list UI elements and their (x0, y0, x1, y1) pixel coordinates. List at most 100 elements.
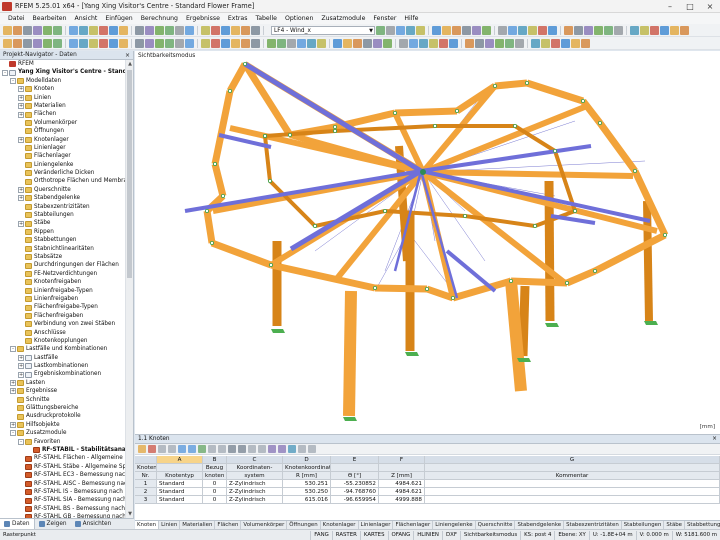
collapse-icon[interactable]: - (2, 69, 8, 76)
toolbar-tool-icon[interactable] (135, 38, 144, 48)
tree-item[interactable]: + Ergebniskombinationen (0, 370, 126, 378)
toolbar-tool-icon[interactable] (307, 38, 316, 48)
node-marker[interactable] (462, 213, 467, 218)
table-tab[interactable]: Liniengelenke (433, 521, 476, 529)
toolbar-tool-icon[interactable] (155, 25, 164, 35)
table-tool-icon[interactable] (198, 445, 206, 453)
node-marker[interactable] (580, 99, 585, 104)
node-marker[interactable] (432, 124, 437, 129)
table-tool-icon[interactable] (308, 445, 316, 453)
toolbar-tool-icon[interactable] (343, 38, 352, 48)
toolbar-tool-icon[interactable] (43, 25, 52, 35)
perimeter-beam[interactable] (270, 261, 376, 292)
tree-item[interactable]: Stabteilungen (0, 211, 126, 219)
toolbar-tool-icon[interactable] (485, 38, 494, 48)
expand-icon[interactable]: + (18, 195, 24, 202)
toolbar-tool-icon[interactable] (581, 38, 590, 48)
tree-item[interactable]: Veränderliche Dicken (0, 169, 126, 177)
tree-item[interactable]: Linienfreigabe-Typen (0, 287, 126, 295)
node-marker[interactable] (205, 208, 210, 213)
toolbar-tool-icon[interactable] (297, 38, 306, 48)
tree-item[interactable]: Knotenfreigaben (0, 278, 126, 286)
toolbar-tool-icon[interactable] (439, 38, 448, 48)
toolbar-tool-icon[interactable] (251, 38, 260, 48)
node-marker[interactable] (572, 208, 577, 213)
collapse-icon[interactable]: - (10, 430, 16, 437)
toolbar-tool-icon[interactable] (574, 25, 583, 35)
table-cell[interactable] (425, 480, 720, 488)
node-marker[interactable] (267, 178, 272, 183)
expand-icon[interactable]: + (10, 388, 16, 395)
toolbar-tool-icon[interactable] (680, 25, 689, 35)
table-cell[interactable]: Standard (157, 488, 203, 496)
toolbar-tool-icon[interactable] (396, 25, 405, 35)
minimize-button[interactable]: – (660, 0, 680, 12)
toolbar-tool-icon[interactable] (99, 25, 108, 35)
perimeter-beam[interactable] (374, 284, 428, 293)
close-button[interactable]: × (700, 0, 720, 12)
table-cell[interactable]: 530.251 (283, 480, 331, 488)
perimeter-beam[interactable] (593, 231, 667, 275)
toolbar-tool-icon[interactable] (175, 25, 184, 35)
tree-item[interactable]: Anschlüsse (0, 329, 126, 337)
toolbar-tool-icon[interactable] (251, 25, 260, 35)
toolbar-tool-icon[interactable] (531, 38, 540, 48)
toolbar-tool-icon[interactable] (23, 38, 32, 48)
toolbar-tool-icon[interactable] (333, 38, 342, 48)
toolbar-tool-icon[interactable] (53, 38, 62, 48)
toolbar-tool-icon[interactable] (79, 38, 88, 48)
toolbar-tool-icon[interactable] (416, 25, 425, 35)
toolbar-tool-icon[interactable] (432, 25, 441, 35)
table-tool-icon[interactable] (208, 445, 216, 453)
status-cell[interactable]: HLINIEN (413, 530, 442, 540)
toolbar-tool-icon[interactable] (165, 38, 174, 48)
menu-berechnung[interactable]: Berechnung (137, 15, 182, 22)
expand-icon[interactable]: + (18, 111, 24, 118)
table-tab[interactable]: Linienlager (359, 521, 394, 529)
toolbar-tool-icon[interactable] (221, 38, 230, 48)
toolbar-tool-icon[interactable] (231, 38, 240, 48)
toolbar-tool-icon[interactable] (386, 25, 395, 35)
table-tab[interactable]: Stabexzentrizitäten (564, 521, 622, 529)
toolbar-tool-icon[interactable] (211, 38, 220, 48)
toolbar-tool-icon[interactable] (561, 38, 570, 48)
table-cell[interactable]: 4984.621 (379, 488, 425, 496)
perimeter-beam[interactable] (226, 62, 249, 93)
column-member[interactable] (343, 290, 357, 417)
perimeter-beam[interactable] (525, 79, 585, 105)
menu-optionen[interactable]: Optionen (281, 15, 317, 22)
toolbar-tool-icon[interactable] (498, 25, 507, 35)
menu-einfuegen[interactable]: Einfügen (101, 15, 136, 22)
toolbar-tool-icon[interactable] (495, 38, 504, 48)
tree-item[interactable]: Flächenlager (0, 152, 126, 160)
navigator-scrollbar[interactable]: ▲ ▼ (125, 60, 133, 518)
table-cell[interactable]: Z-Zylindrisch (227, 496, 283, 504)
tree-item[interactable]: + Knotenlager (0, 136, 126, 144)
tree-item[interactable]: + Lastkombinationen (0, 362, 126, 370)
tree-item[interactable]: + Hilfsobjekte (0, 421, 126, 429)
status-cell[interactable]: FANG (310, 530, 332, 540)
tree-item[interactable]: RF-STAHL SIA - Bemessung nach SIA (0, 496, 126, 504)
menu-fenster[interactable]: Fenster (369, 15, 400, 22)
toolbar-tool-icon[interactable] (89, 38, 98, 48)
tree-item[interactable]: Verbindung von zwei Stäben (0, 320, 126, 328)
inner-ring-beam[interactable] (268, 179, 317, 228)
toolbar-tool-icon[interactable] (571, 38, 580, 48)
expand-icon[interactable]: + (18, 220, 24, 227)
table-cell[interactable]: 4999.888 (379, 496, 425, 504)
perimeter-beam[interactable] (211, 163, 227, 197)
table-tool-icon[interactable] (288, 445, 296, 453)
toolbar-tool-icon[interactable] (231, 25, 240, 35)
node-marker[interactable] (392, 111, 397, 116)
table-tab[interactable]: Stäbe (664, 521, 685, 529)
table-cell[interactable]: 0 (203, 488, 227, 496)
tie-member[interactable] (419, 170, 459, 299)
tree-item[interactable]: RF-STAHL Stäbe - Allgemeine Spann (0, 463, 126, 471)
tree-item[interactable]: RFEM (0, 60, 126, 68)
perimeter-beam[interactable] (203, 210, 216, 244)
perimeter-beam[interactable] (394, 107, 458, 117)
table-cell[interactable] (425, 488, 720, 496)
tree-item[interactable]: FE-Netzverdichtungen (0, 270, 126, 278)
table-cell[interactable]: -96.659954 (331, 496, 379, 504)
node-marker[interactable] (512, 124, 517, 129)
